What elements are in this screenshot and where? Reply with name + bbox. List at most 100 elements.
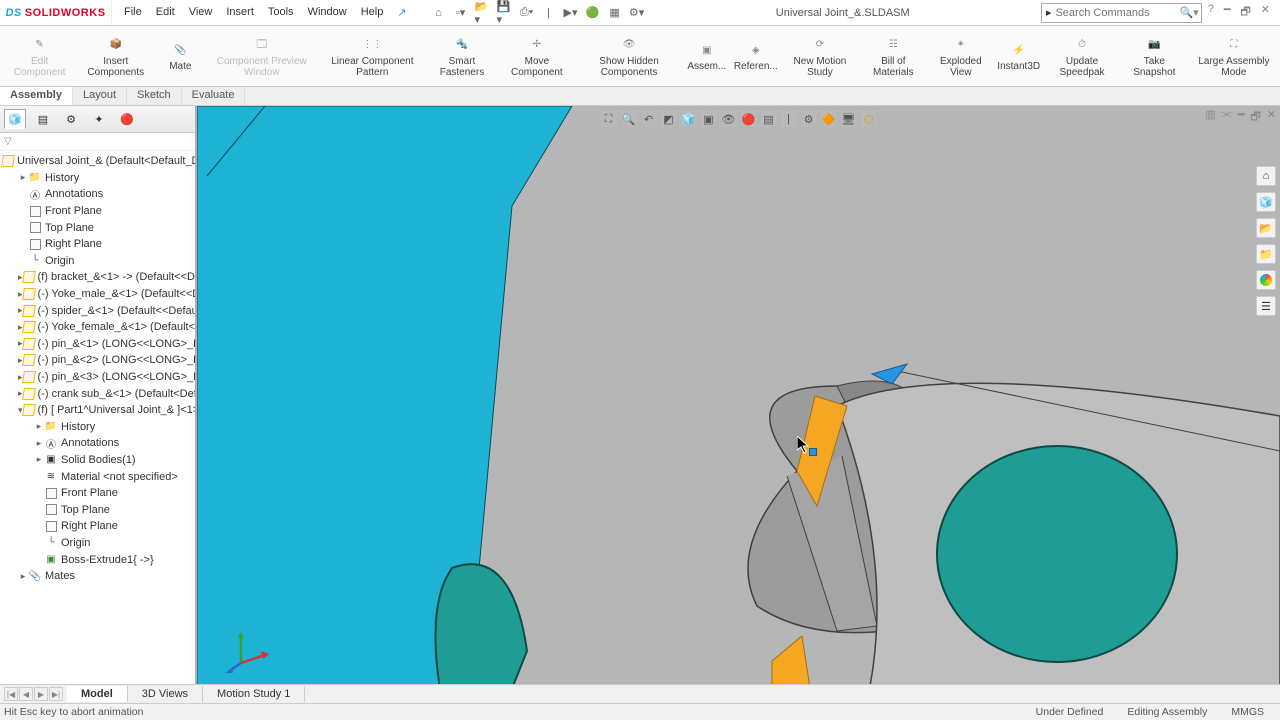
restore-icon[interactable]: 🗗 bbox=[1240, 3, 1250, 22]
menu-window[interactable]: Window bbox=[302, 2, 353, 23]
print-icon[interactable]: ⎙▾ bbox=[519, 5, 535, 21]
expander-icon[interactable]: ▸ bbox=[18, 571, 28, 582]
show-hidden-button[interactable]: 👁Show Hidden Components bbox=[575, 26, 683, 86]
tab-assembly[interactable]: Assembly bbox=[0, 87, 73, 105]
explorer-icon[interactable]: 📁 bbox=[1256, 244, 1276, 264]
tree-item-child-origin[interactable]: └Origin bbox=[0, 535, 195, 552]
graphics-viewport[interactable]: ⛶ 🔍 ↶ ◩ 🧊 ▣ 👁 🔴 ▤ | ⚙ 🔶 🖥 ⬡ ⌂ 🧊 📂 📁 ☰ bbox=[197, 106, 1280, 701]
menu-pin-icon[interactable]: ↗ bbox=[391, 2, 412, 23]
exploded-view-button[interactable]: ✴Exploded View bbox=[927, 26, 994, 86]
tree-item-annotations[interactable]: ⒶAnnotations bbox=[0, 186, 195, 203]
tree-item-bracket[interactable]: ▸(f) bracket_&<1> -> (Default<<De bbox=[0, 269, 195, 286]
zoom-area-icon[interactable]: 🔍 bbox=[621, 111, 637, 127]
tab-feature-tree[interactable]: 🧊 bbox=[4, 109, 26, 129]
tree-item-top-plane[interactable]: Top Plane bbox=[0, 219, 195, 236]
tree-item-pin3[interactable]: ▸(-) pin_&<3> (LONG<<LONG>_Dis bbox=[0, 369, 195, 386]
tab-sketch[interactable]: Sketch bbox=[127, 87, 182, 105]
move-component-button[interactable]: ✢Move Component bbox=[498, 26, 575, 86]
library-icon[interactable]: 📂 bbox=[1256, 218, 1276, 238]
home-icon[interactable]: ⌂ bbox=[1256, 166, 1276, 186]
tree-item-origin[interactable]: └Origin bbox=[0, 253, 195, 270]
vp-min-icon[interactable]: ━ bbox=[1238, 108, 1245, 127]
hide-show-icon[interactable]: 👁 bbox=[721, 111, 737, 127]
next-icon[interactable]: ▶ bbox=[34, 687, 48, 701]
menu-insert[interactable]: Insert bbox=[220, 2, 260, 23]
tree-item-child-front-plane[interactable]: Front Plane bbox=[0, 485, 195, 502]
cursor-icon[interactable]: ▶▾ bbox=[563, 5, 579, 21]
tree-item-child-solid-bodies[interactable]: ▸▣Solid Bodies(1) bbox=[0, 452, 195, 469]
zoom-fit-icon[interactable]: ⛶ bbox=[601, 111, 617, 127]
tree-item-crank-sub[interactable]: ▸(-) crank sub_&<1> (Default<Defau bbox=[0, 385, 195, 402]
save-icon[interactable]: 💾▾ bbox=[497, 5, 513, 21]
tree-item-spider[interactable]: ▸(-) spider_&<1> (Default<<Default bbox=[0, 302, 195, 319]
tree-root[interactable]: Universal Joint_& (Default<Default_Di bbox=[0, 153, 195, 170]
help-icon[interactable]: ? bbox=[1208, 3, 1214, 22]
tree-item-child-annotations[interactable]: ▸ⒶAnnotations bbox=[0, 435, 195, 452]
render-icon[interactable]: 🔶 bbox=[821, 111, 837, 127]
tree-item-child-history[interactable]: ▸📁History bbox=[0, 419, 195, 436]
tab-property-manager[interactable]: ▤ bbox=[32, 109, 54, 129]
settings-icon[interactable]: ⚙▾ bbox=[629, 5, 645, 21]
orientation-triad[interactable] bbox=[225, 629, 269, 673]
insert-components-button[interactable]: 📦Insert Components bbox=[75, 26, 156, 86]
tab-model[interactable]: Model bbox=[67, 686, 128, 702]
edit-component-button[interactable]: ✎Edit Component bbox=[4, 26, 75, 86]
preview-window-button[interactable]: 🗔Component Preview Window bbox=[204, 26, 319, 86]
status-units[interactable]: MMGS bbox=[1231, 706, 1264, 718]
prev-icon[interactable]: ◀ bbox=[19, 687, 33, 701]
take-snapshot-button[interactable]: 📷Take Snapshot bbox=[1121, 26, 1188, 86]
appearances-icon[interactable]: ☰ bbox=[1256, 296, 1276, 316]
minimize-icon[interactable]: ━ bbox=[1224, 3, 1231, 22]
tree-item-mates[interactable]: ▸📎Mates bbox=[0, 568, 195, 585]
menu-tools[interactable]: Tools bbox=[262, 2, 300, 23]
section-view-icon[interactable]: ◩ bbox=[661, 111, 677, 127]
menu-edit[interactable]: Edit bbox=[150, 2, 181, 23]
cube-view-icon[interactable]: ⬡ bbox=[861, 111, 877, 127]
linear-pattern-button[interactable]: ⋮⋮Linear Component Pattern bbox=[319, 26, 425, 86]
tree-item-part1[interactable]: ▾(f) [ Part1^Universal Joint_& ]<1> - bbox=[0, 402, 195, 419]
view-palette-icon[interactable] bbox=[1256, 270, 1276, 290]
close-icon[interactable]: ✕ bbox=[1261, 3, 1270, 22]
tree-item-history[interactable]: ▸📁History bbox=[0, 170, 195, 187]
search-commands[interactable]: ▸ 🔍▾ bbox=[1041, 3, 1202, 23]
tree-item-pin2[interactable]: ▸(-) pin_&<2> (LONG<<LONG>_Dis bbox=[0, 352, 195, 369]
view-settings-icon[interactable]: ⚙ bbox=[801, 111, 817, 127]
new-motion-study-button[interactable]: ⟳New Motion Study bbox=[781, 26, 860, 86]
vp-close-icon[interactable]: ✕ bbox=[1267, 108, 1276, 127]
tree-filter-row[interactable]: ▽ bbox=[0, 133, 195, 151]
tree-item-child-boss-extrude[interactable]: ▣Boss-Extrude1{ ->} bbox=[0, 551, 195, 568]
tree-item-right-plane[interactable]: Right Plane bbox=[0, 236, 195, 253]
menu-view[interactable]: View bbox=[183, 2, 219, 23]
first-icon[interactable]: |◀ bbox=[4, 687, 18, 701]
tab-evaluate[interactable]: Evaluate bbox=[182, 87, 246, 105]
expander-icon[interactable]: ▸ bbox=[34, 421, 44, 432]
smart-fasteners-button[interactable]: 🔩Smart Fasteners bbox=[426, 26, 499, 86]
tree-item-front-plane[interactable]: Front Plane bbox=[0, 203, 195, 220]
rebuild-icon[interactable]: 🟢 bbox=[585, 5, 601, 21]
menu-help[interactable]: Help bbox=[355, 2, 390, 23]
search-icon[interactable]: 🔍▾ bbox=[1179, 6, 1198, 19]
display-style-icon[interactable]: ▣ bbox=[701, 111, 717, 127]
instant3d-button[interactable]: ⚡Instant3D bbox=[994, 26, 1043, 86]
tab-layout[interactable]: Layout bbox=[73, 87, 127, 105]
vp-tile-icon[interactable]: ▥ bbox=[1206, 108, 1216, 127]
tab-display-manager[interactable]: 🔴 bbox=[116, 109, 138, 129]
expander-icon[interactable]: ▸ bbox=[34, 438, 44, 449]
home-icon[interactable]: ⌂ bbox=[431, 5, 447, 21]
options-icon[interactable]: ▦ bbox=[607, 5, 623, 21]
tab-motion-study[interactable]: Motion Study 1 bbox=[203, 686, 305, 702]
vp-max-icon[interactable]: 🗗 bbox=[1250, 108, 1260, 127]
previous-view-icon[interactable]: ↶ bbox=[641, 111, 657, 127]
open-icon[interactable]: 📂▾ bbox=[475, 5, 491, 21]
menu-file[interactable]: File bbox=[118, 2, 148, 23]
resources-icon[interactable]: 🧊 bbox=[1256, 192, 1276, 212]
tab-3d-views[interactable]: 3D Views bbox=[128, 686, 203, 702]
edit-appearance-icon[interactable]: 🔴 bbox=[741, 111, 757, 127]
reference-geometry-button[interactable]: ◈Referen... bbox=[731, 26, 781, 86]
tab-dimxpert[interactable]: ✦ bbox=[88, 109, 110, 129]
assembly-features-button[interactable]: ▣Assem... bbox=[683, 26, 731, 86]
expander-icon[interactable]: ▸ bbox=[34, 454, 44, 465]
tree-item-pin1[interactable]: ▸(-) pin_&<1> (LONG<<LONG>_Dis bbox=[0, 336, 195, 353]
update-speedpak-button[interactable]: ⏱Update Speedpak bbox=[1043, 26, 1121, 86]
mate-button[interactable]: 📎Mate bbox=[156, 26, 204, 86]
